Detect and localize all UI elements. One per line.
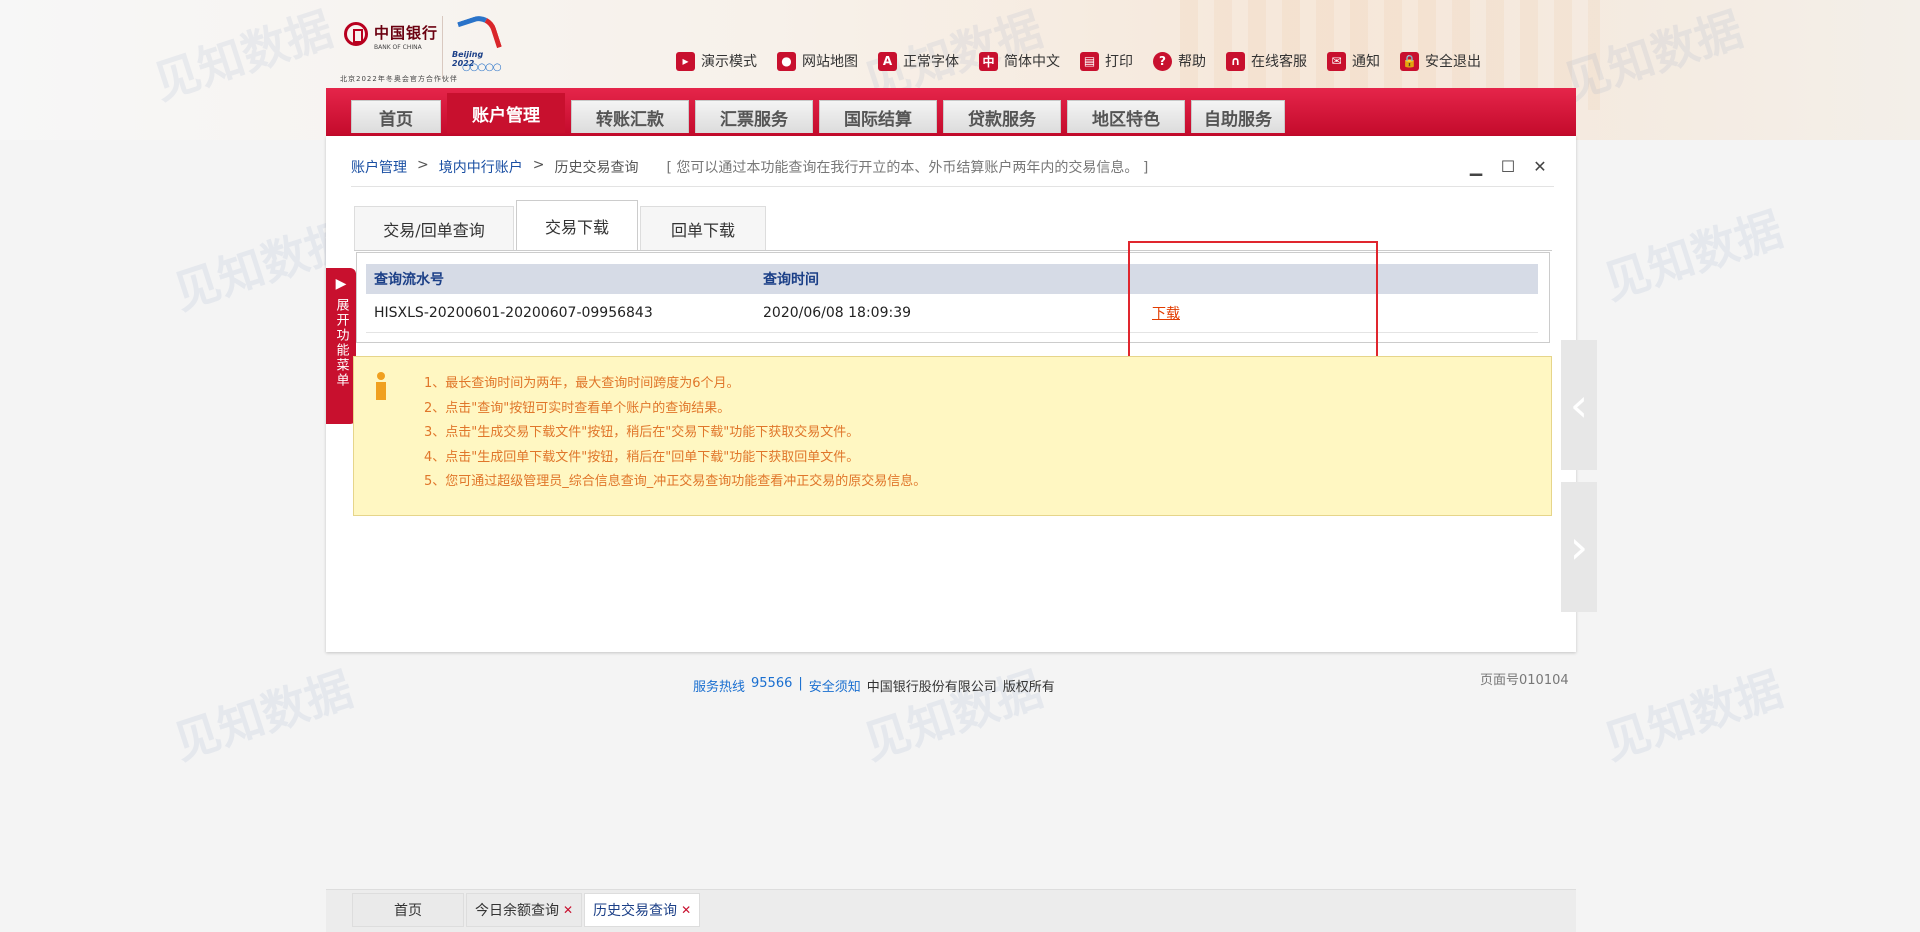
- company-name: 中国银行股份有限公司: [866, 680, 997, 695]
- top-link-help[interactable]: ? 帮助: [1153, 51, 1206, 71]
- cell-time: 2020/06/08 18:09:39: [755, 294, 1144, 333]
- close-icon[interactable]: ✕: [681, 903, 691, 917]
- language-icon: 中: [979, 51, 998, 71]
- help-icon: ?: [1153, 51, 1172, 71]
- window-controls: ▁ ☐ ✕: [1467, 157, 1549, 176]
- logo-divider: [442, 16, 443, 78]
- tab-transaction-download[interactable]: 交易下载: [516, 200, 638, 250]
- bank-english-name: BANK OF CHINA: [374, 44, 422, 51]
- tab-receipt-download[interactable]: 回单下载: [640, 206, 766, 250]
- top-link-logout[interactable]: 🔒 安全退出: [1400, 51, 1481, 71]
- watermark: 见知数据: [1597, 661, 1789, 770]
- breadcrumb-account-mgmt[interactable]: 账户管理: [351, 157, 407, 177]
- expand-menu-button[interactable]: ▶ 展开功能菜单: [326, 268, 356, 424]
- nav-tab-home[interactable]: 首页: [351, 100, 441, 133]
- nav-tab-loan[interactable]: 贷款服务: [943, 100, 1061, 133]
- task-tab-history[interactable]: 历史交易查询 ✕: [584, 893, 701, 927]
- top-link-notice[interactable]: ✉ 通知: [1327, 51, 1380, 71]
- headset-icon: ∩: [1226, 51, 1245, 71]
- nav-tab-intl[interactable]: 国际结算: [819, 100, 937, 133]
- chevron-left-icon: ‹: [1569, 378, 1589, 432]
- top-link-language[interactable]: 中 简体中文: [979, 51, 1060, 71]
- top-link-print[interactable]: ▤ 打印: [1080, 51, 1133, 71]
- notice-item: 4、点击"生成回单下载文件"按钮，稍后在"回单下载"功能下获取回单文件。: [424, 449, 860, 465]
- font-icon: A: [878, 51, 897, 71]
- play-icon: ▸: [676, 51, 695, 71]
- divider: [351, 186, 1554, 187]
- main-nav: 首页 账户管理 转账汇款 汇票服务 国际结算 贷款服务 地区特色 自助服务: [351, 93, 1291, 133]
- breadcrumb-separator: >: [532, 157, 545, 173]
- footer-separator: |: [798, 676, 803, 691]
- arrow-right-icon: ▶: [335, 276, 347, 292]
- page-hint: [ 您可以通过本功能查询在我行开立的本、外币结算账户两年内的交易信息。 ]: [666, 160, 1149, 176]
- expand-menu-label: 展开功能菜单: [333, 298, 349, 388]
- watermark: 见知数据: [1597, 201, 1789, 310]
- notice-list: 1、最长查询时间为两年，最大查询时间跨度为6个月。 2、点击"查询"按钮可实时查…: [424, 372, 926, 495]
- top-links: ▸ 演示模式 ● 网站地图 A 正常字体 中 简体中文 ▤ 打印 ? 帮助 ∩ …: [676, 51, 1501, 71]
- column-header-time: 查询时间: [755, 264, 1144, 294]
- task-tab-home[interactable]: 首页: [352, 893, 464, 927]
- column-header-serial: 查询流水号: [366, 264, 755, 294]
- minimize-icon[interactable]: ▁: [1467, 157, 1485, 176]
- olympic-rings-icon: ○○○○○: [462, 62, 502, 73]
- sub-tabs: 交易/回单查询 交易下载 回单下载: [354, 200, 768, 250]
- hotline-number: 95566: [751, 676, 793, 691]
- cell-serial: HISXLS-20200601-20200607-09956843: [366, 294, 755, 333]
- location-icon: ●: [777, 51, 796, 71]
- nav-tab-transfer[interactable]: 转账汇款: [571, 100, 689, 133]
- mail-icon: ✉: [1327, 51, 1346, 71]
- close-icon[interactable]: ✕: [563, 903, 573, 917]
- nav-tab-draft[interactable]: 汇票服务: [695, 100, 813, 133]
- lock-icon: 🔒: [1400, 51, 1419, 71]
- top-link-sitemap[interactable]: ● 网站地图: [777, 51, 858, 71]
- copyright: 版权所有: [1002, 680, 1055, 695]
- bank-name: 中国银行: [374, 24, 439, 42]
- nav-tab-self[interactable]: 自助服务: [1191, 100, 1285, 133]
- scroll-prev-button[interactable]: ‹: [1561, 340, 1597, 470]
- task-tab-balance[interactable]: 今日余额查询 ✕: [466, 893, 583, 927]
- hotline-label: 服务热线: [693, 680, 746, 695]
- footer: 服务热线 95566 | 安全须知 中国银行股份有限公司 版权所有: [693, 676, 1055, 695]
- nav-tab-region[interactable]: 地区特色: [1067, 100, 1185, 133]
- boc-logo-icon: [344, 22, 368, 46]
- watermark: 见知数据: [167, 661, 359, 770]
- notice-item: 1、最长查询时间为两年，最大查询时间跨度为6个月。: [424, 376, 740, 391]
- breadcrumb-separator: >: [417, 157, 429, 173]
- notice-item: 5、您可通过超级管理员_综合信息查询_冲正交易查询功能查看冲正交易的原交易信息。: [424, 474, 927, 489]
- chevron-right-icon: ›: [1569, 520, 1589, 574]
- nav-tab-account[interactable]: 账户管理: [447, 93, 565, 133]
- notice-item: 3、点击"生成交易下载文件"按钮，稍后在"交易下载"功能下获取交易文件。: [424, 425, 860, 440]
- page-number: 页面号010104: [1480, 673, 1569, 688]
- sponsor-text: 北京2022年冬奥会官方合作伙伴: [340, 75, 458, 83]
- breadcrumb: 账户管理 > 境内中行账户 > 历史交易查询 [ 您可以通过本功能查询在我行开立…: [351, 157, 1148, 177]
- close-icon[interactable]: ✕: [1531, 157, 1549, 176]
- olympic-emblem: Beijing 2022 ○○○○○: [452, 11, 508, 80]
- top-link-service[interactable]: ∩ 在线客服: [1226, 51, 1307, 71]
- top-link-font[interactable]: A 正常字体: [878, 51, 959, 71]
- scroll-next-button[interactable]: ›: [1561, 482, 1597, 612]
- info-icon: [373, 372, 389, 402]
- breadcrumb-current: 历史交易查询: [554, 160, 639, 176]
- maximize-icon[interactable]: ☐: [1499, 157, 1517, 176]
- print-icon: ▤: [1080, 51, 1099, 71]
- notice-item: 2、点击"查询"按钮可实时查看单个账户的查询结果。: [424, 400, 731, 416]
- security-link[interactable]: 安全须知: [809, 676, 861, 695]
- top-link-demo[interactable]: ▸ 演示模式: [676, 51, 757, 71]
- watermark: 见知数据: [857, 661, 1049, 770]
- task-tabs: 首页 今日余额查询 ✕ 历史交易查询 ✕: [352, 893, 702, 927]
- tab-transaction-query[interactable]: 交易/回单查询: [354, 206, 514, 250]
- breadcrumb-domestic-account[interactable]: 境内中行账户: [439, 157, 523, 177]
